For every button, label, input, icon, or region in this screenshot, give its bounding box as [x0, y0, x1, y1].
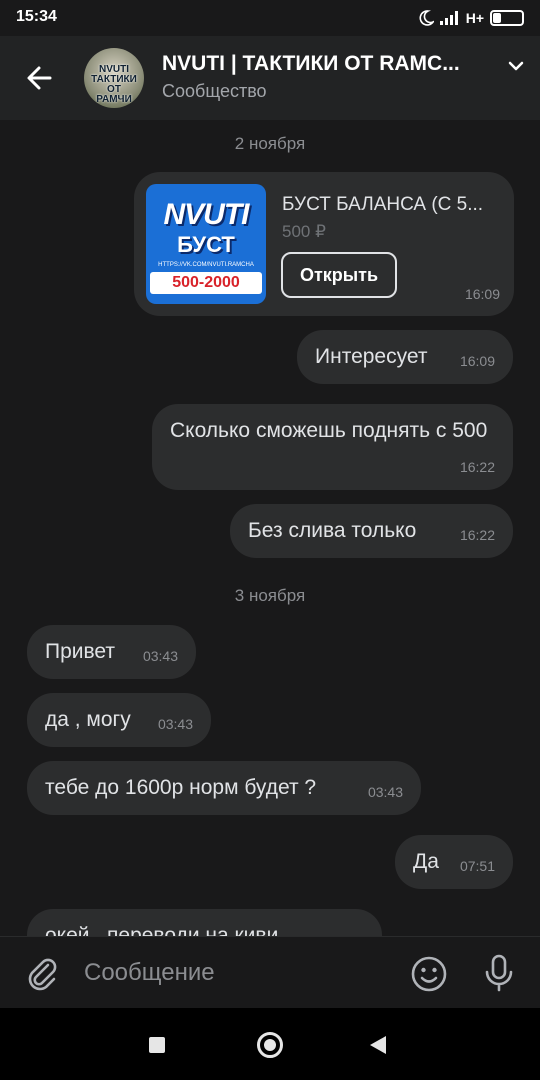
product-image-label: БУСТ — [177, 232, 235, 257]
arrow-left-icon — [27, 66, 52, 90]
message-bubble-in[interactable]: да , могу 03:43 — [27, 693, 211, 747]
battery-fill — [493, 13, 502, 23]
message-bubble-out[interactable]: Интересует 16:09 — [297, 330, 513, 384]
product-price: 500 ₽ — [282, 222, 326, 241]
message-bubble-in[interactable]: окей , переводи на киви — [27, 909, 382, 936]
status-bar: 15:34 H+ 28 — [0, 0, 540, 36]
status-icons: H+ 28 — [418, 8, 524, 28]
message-time: 16:09 — [464, 286, 500, 302]
chevron-down-icon[interactable] — [506, 56, 526, 76]
message-time: 03:43 — [142, 648, 178, 664]
recents-button[interactable] — [149, 1037, 165, 1053]
message-text: Привет — [45, 640, 116, 663]
date-separator: 3 ноября — [234, 586, 306, 605]
message-composer — [0, 936, 540, 1008]
back-button[interactable] — [20, 58, 64, 98]
open-button[interactable]: Открыть — [281, 252, 397, 298]
paperclip-icon[interactable] — [24, 955, 60, 991]
product-card[interactable]: NVUTI БУСТ HTTPS://VK.COM/NVUTI.RAMCHA 5… — [134, 172, 514, 316]
message-bubble-out[interactable]: Без слива только 16:22 — [230, 504, 513, 558]
message-text: окей , переводи на киви — [45, 924, 279, 936]
avatar-text: NVUTI ТАКТИКИ ОТ РАМЧИ — [91, 64, 137, 105]
message-time: 07:51 — [459, 858, 495, 874]
product-image-brand: NVUTI — [163, 198, 250, 231]
battery-icon: 28 — [490, 10, 524, 26]
product-image-range: 500-2000 — [150, 272, 262, 294]
message-text: Интересует — [315, 345, 428, 368]
message-list[interactable]: 2 ноября NVUTI БУСТ HTTPS://VK.COM/NVUTI… — [0, 120, 540, 936]
message-time: 16:09 — [459, 353, 495, 369]
message-text: Без слива только — [248, 519, 417, 542]
battery-level: 28 — [501, 12, 513, 24]
message-time: 16:22 — [459, 527, 495, 543]
network-type: H+ — [465, 10, 484, 26]
message-bubble-in[interactable]: Привет 03:43 — [27, 625, 196, 679]
system-navigation-bar — [0, 1008, 540, 1080]
message-bubble-in[interactable]: тебе до 1600р норм будет ? 03:43 — [27, 761, 421, 815]
message-text: тебе до 1600р норм будет ? — [45, 776, 317, 799]
message-time: 16:22 — [459, 459, 495, 475]
system-back-button[interactable] — [370, 1036, 386, 1054]
message-time: 03:43 — [367, 784, 403, 800]
chat-subtitle: Сообщество — [162, 81, 267, 101]
message-time: 03:43 — [157, 716, 193, 732]
moon-icon — [419, 10, 434, 26]
chat-header: NVUTI ТАКТИКИ ОТ РАМЧИ NVUTI | ТАКТИКИ О… — [0, 36, 540, 120]
status-time: 15:34 — [16, 8, 57, 25]
message-text: Да — [413, 850, 439, 873]
message-bubble-out[interactable]: Да 07:51 — [395, 835, 513, 889]
message-bubble-out[interactable]: Сколько сможешь поднять с 500 16:22 — [152, 404, 513, 490]
community-avatar[interactable]: NVUTI ТАКТИКИ ОТ РАМЧИ — [84, 48, 144, 108]
chat-title[interactable]: NVUTI | ТАКТИКИ ОТ RAMC... — [162, 52, 492, 76]
message-input[interactable] — [84, 951, 384, 995]
date-separator: 2 ноября — [234, 134, 306, 153]
microphone-icon[interactable] — [480, 953, 518, 993]
product-title[interactable]: БУСТ БАЛАНСА (С 5... — [282, 194, 502, 216]
smiley-icon[interactable] — [410, 955, 448, 993]
home-button[interactable] — [257, 1032, 283, 1058]
message-text: Сколько сможешь поднять с 500 — [170, 419, 488, 442]
product-image-url: HTTPS://VK.COM/NVUTI.RAMCHA — [158, 262, 254, 268]
product-image[interactable]: NVUTI БУСТ HTTPS://VK.COM/NVUTI.RAMCHA 5… — [146, 184, 266, 304]
signal-icon — [439, 11, 458, 25]
message-text: да , могу — [45, 708, 131, 731]
